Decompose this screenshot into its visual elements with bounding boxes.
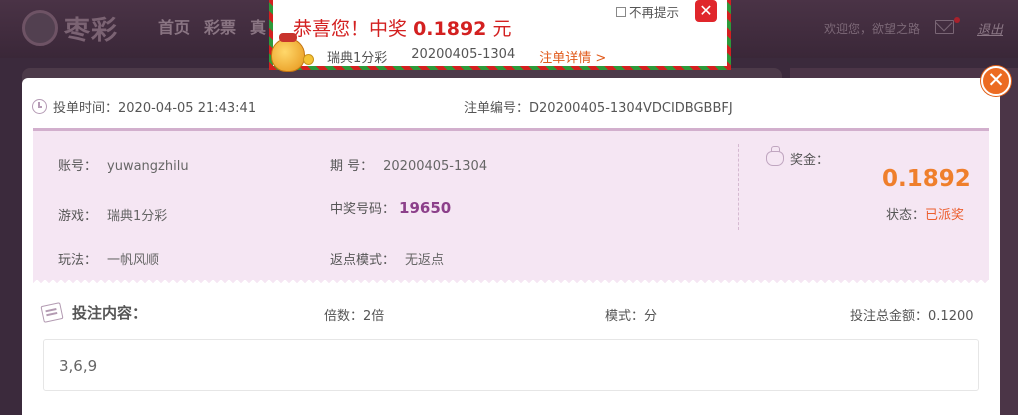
bet-time-label: 投单时间： (53, 101, 119, 116)
logo-mark-icon (22, 10, 58, 46)
total-amount-field: 投注总金额：0.1200 (850, 305, 974, 324)
bet-numbers-box: 3,6,9 (43, 339, 979, 391)
no-remind-label[interactable]: 不再提示 (629, 2, 679, 21)
bet-detail-modal: 投单时间：2020-04-05 21:43:41 注单编号：D20200405-… (22, 78, 1000, 415)
order-number-value: D20200405-1304VDCIDBGBBFJ (529, 101, 733, 116)
bet-content-title: 投注内容： (72, 304, 148, 322)
game-value: 瑞典1分彩 (107, 209, 168, 224)
clock-icon (32, 99, 47, 114)
logo-text: 枣彩 (64, 15, 119, 46)
nav-item-live[interactable]: 真 (250, 14, 266, 38)
mode-field: 模式：分 (605, 305, 657, 324)
nav-item-lottery[interactable]: 彩票 (204, 14, 236, 38)
prize-status: 状态：已派奖 (886, 204, 964, 223)
mode-value: 分 (644, 309, 658, 324)
win-issue: 20200405-1304 (411, 47, 516, 62)
issue-label: 期 号： (330, 159, 374, 174)
winning-number-label: 中奖号码： (330, 202, 396, 217)
bet-content-heading: 投注内容： (40, 302, 148, 323)
coin-icon (303, 54, 314, 65)
bet-info-panel (33, 128, 989, 280)
main-nav: 首页 彩票 真 (158, 14, 266, 38)
total-amount-value: 0.1200 (928, 309, 974, 324)
rebate-label: 返点模式： (330, 253, 396, 268)
win-title: 恭喜您！中奖 0.1892 元 (293, 14, 511, 41)
popup-close-button[interactable]: ✕ (695, 0, 717, 22)
play-label: 玩法： (58, 253, 98, 268)
prize-field: 奖金： (766, 146, 830, 168)
prize-label: 奖金： (790, 153, 830, 168)
account-field: 账号： yuwangzhilu (58, 155, 189, 174)
panel-divider (738, 144, 739, 230)
no-remind-toggle[interactable]: 不再提示 (616, 2, 679, 21)
panel-zigzag-edge (33, 278, 989, 286)
modal-close-button[interactable]: ✕ (981, 66, 1011, 96)
status-label: 状态： (886, 208, 926, 223)
win-amount: 0.1892 (413, 18, 487, 40)
win-info-row: 瑞典1分彩 20200405-1304 注单详情 > (327, 47, 606, 66)
winning-number-value: 19650 (399, 199, 452, 217)
rebate-field: 返点模式： 无返点 (330, 249, 444, 268)
coin-bag-icon (267, 30, 315, 74)
multiple-field: 倍数：2倍 (324, 305, 384, 324)
logout-link[interactable]: 退出 (977, 19, 1003, 38)
site-logo[interactable]: 枣彩 (22, 8, 134, 48)
coin-bag-body (271, 38, 305, 72)
welcome-text: 欢迎您，欲望之路 (824, 22, 921, 36)
win-unit: 元 (492, 18, 512, 40)
game-field: 游戏： 瑞典1分彩 (58, 205, 167, 224)
account-value: yuwangzhilu (107, 159, 189, 174)
multiple-value: 2倍 (363, 309, 385, 324)
issue-field: 期 号： 20200405-1304 (330, 155, 487, 174)
order-number: 注单编号：D20200405-1304VDCIDBGBBFJ (464, 97, 733, 116)
rebate-value: 无返点 (405, 253, 445, 268)
total-amount-label: 投注总金额： (850, 309, 929, 324)
no-remind-checkbox[interactable] (616, 6, 626, 17)
bet-detail-link[interactable]: 注单详情 > (539, 47, 606, 66)
mode-label: 模式： (605, 309, 645, 324)
document-icon (40, 302, 64, 323)
play-field: 玩法： 一帆风顺 (58, 249, 159, 268)
bet-time-value: 2020-04-05 21:43:41 (118, 101, 257, 116)
win-game: 瑞典1分彩 (327, 51, 388, 66)
multiple-label: 倍数： (324, 309, 364, 324)
status-value: 已派奖 (925, 208, 965, 223)
winning-number-field: 中奖号码： 19650 (330, 198, 451, 217)
unread-dot (954, 17, 960, 23)
win-notification-popup: 恭喜您！中奖 0.1892 元 瑞典1分彩 20200405-1304 注单详情… (269, 0, 731, 72)
coin-bag-tie (279, 33, 297, 42)
order-number-label: 注单编号： (464, 101, 530, 116)
prize-amount: 0.1892 (882, 166, 971, 192)
mail-icon[interactable] (935, 20, 954, 34)
account-label: 账号： (58, 159, 98, 174)
play-value: 一帆风顺 (107, 253, 160, 268)
issue-value: 20200405-1304 (383, 159, 488, 174)
bet-time-row: 投单时间：2020-04-05 21:43:41 (32, 97, 256, 116)
nav-item-home[interactable]: 首页 (158, 14, 190, 38)
money-bag-icon (766, 146, 784, 166)
game-label: 游戏： (58, 209, 98, 224)
